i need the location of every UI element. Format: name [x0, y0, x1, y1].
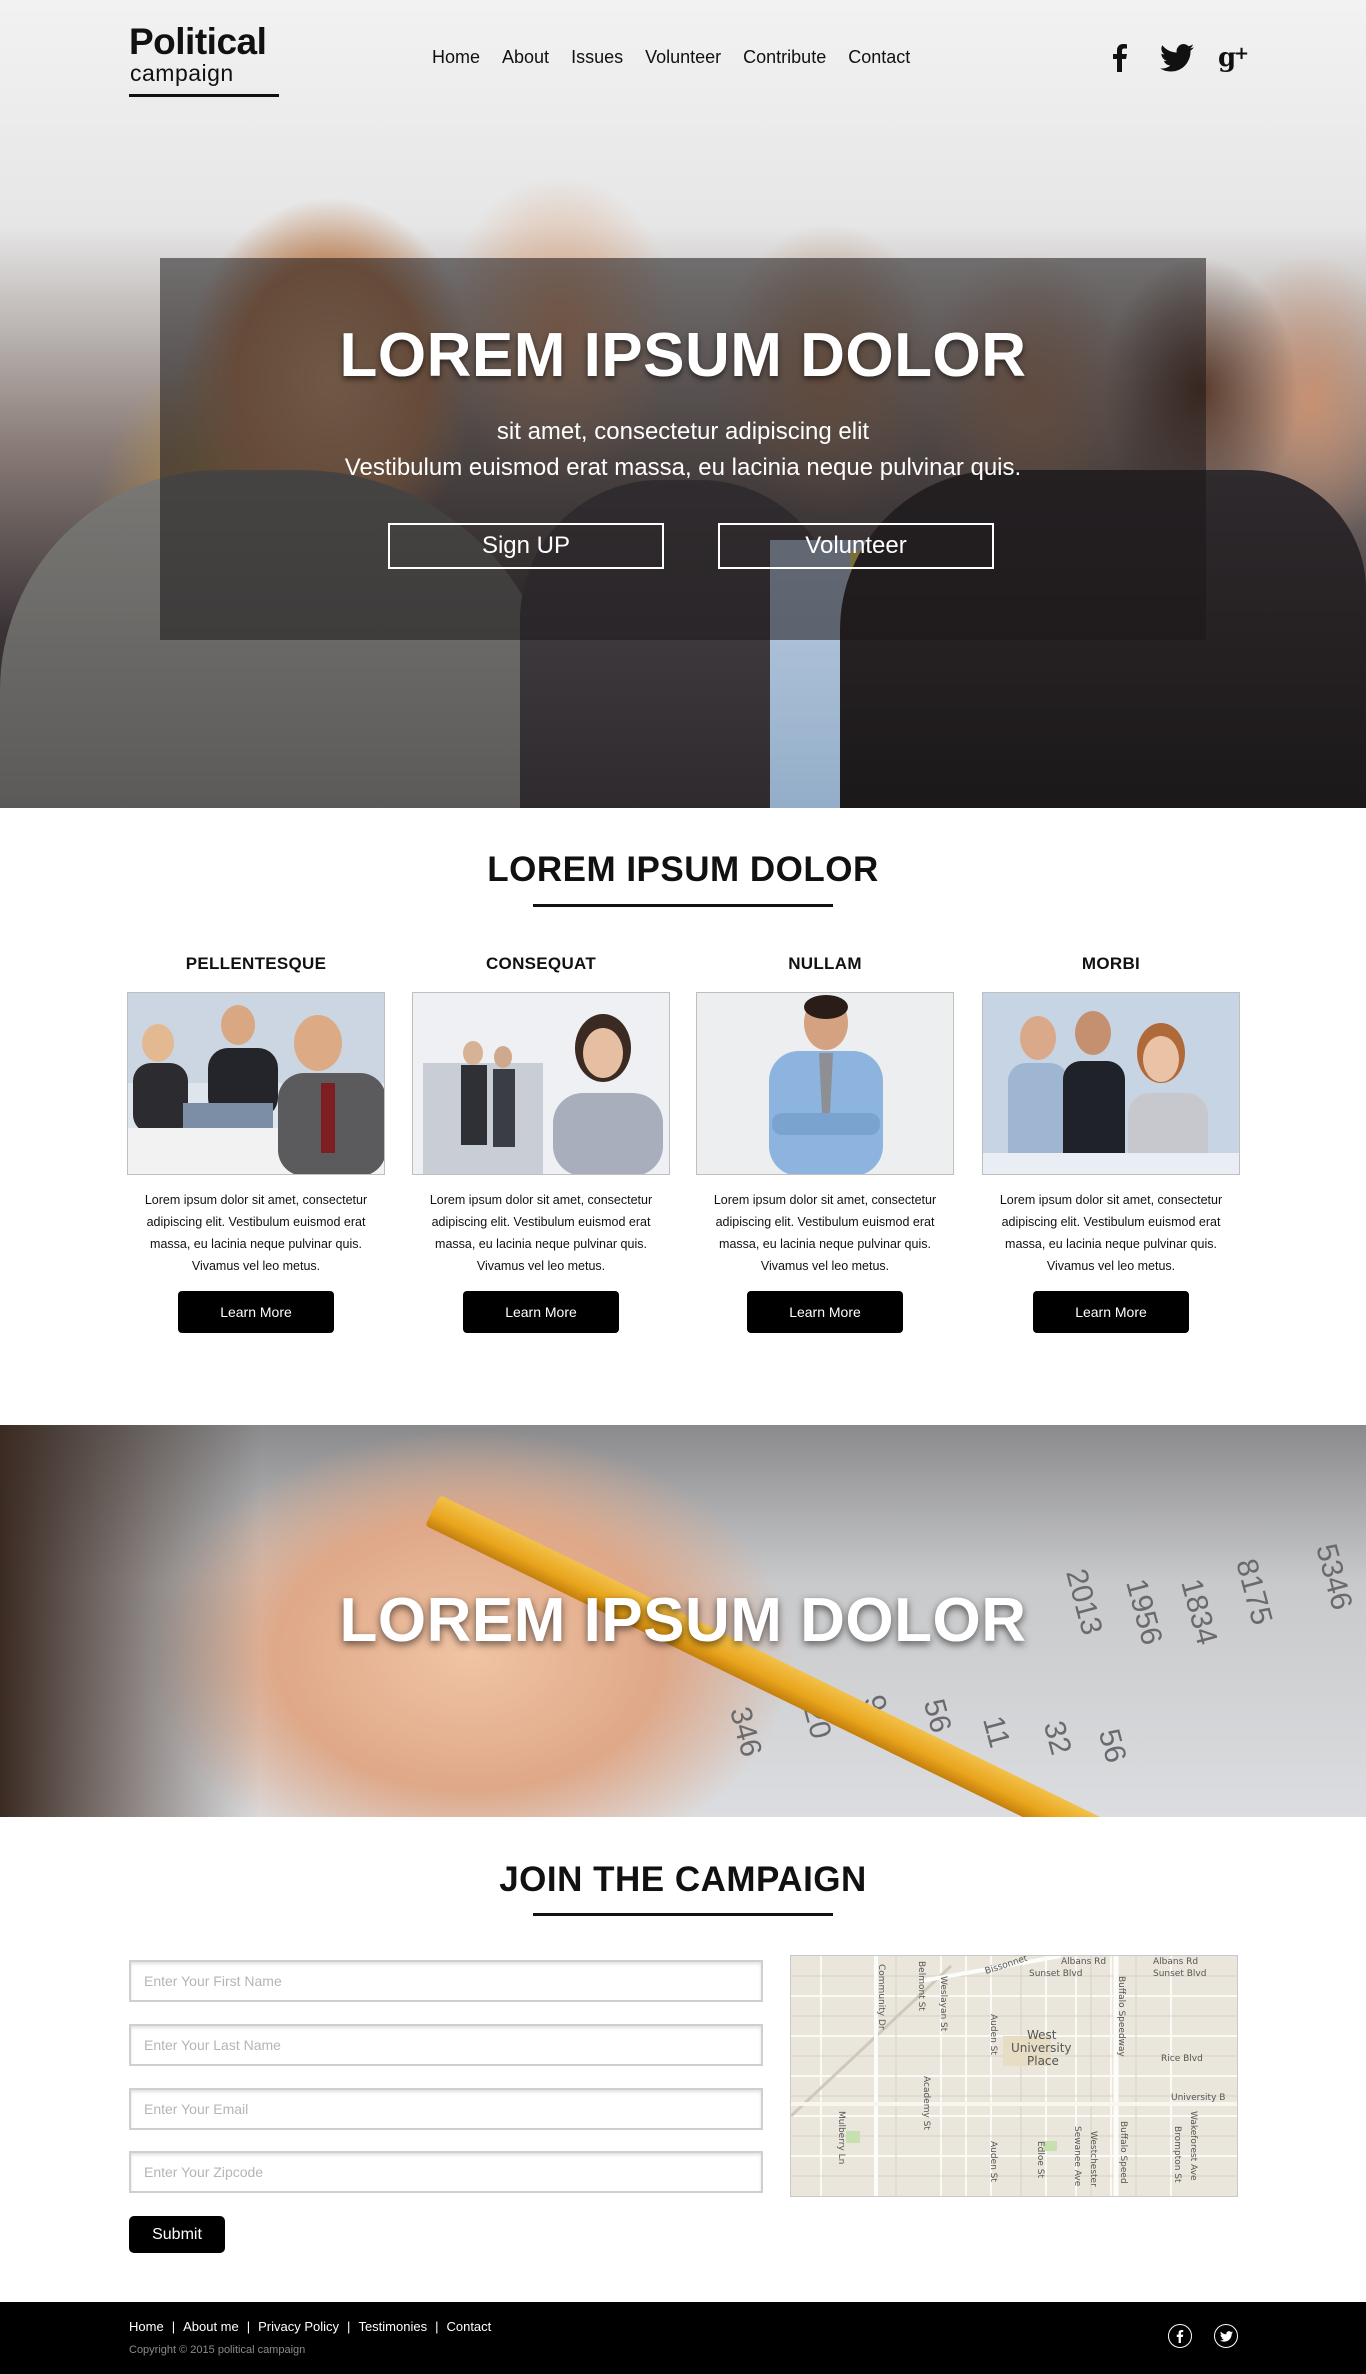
nav-issues[interactable]: Issues — [571, 47, 623, 68]
feature-card: CONSEQUAT Lorem ipsum dolor sit amet, co… — [412, 950, 670, 1333]
hero-subtitle: sit amet, consectetur adipiscing elit — [496, 418, 870, 445]
google-plus-icon[interactable]: g + — [1214, 38, 1254, 78]
learn-more-button[interactable]: Learn More — [178, 1291, 334, 1333]
card-title: MORBI — [1081, 954, 1141, 973]
nav-contact[interactable]: Contact — [848, 47, 910, 68]
card-text: Lorem ipsum dolor sit amet, consectetur … — [144, 1193, 368, 1273]
email-field[interactable] — [129, 2088, 763, 2130]
footer-separator: | — [435, 2319, 439, 2334]
sign-up-button[interactable]: Sign UP — [388, 523, 664, 569]
svg-text:Rice Blvd: Rice Blvd — [1161, 2054, 1203, 2064]
hero-overlay-panel: LOREM IPSUM DOLOR sit amet, consectetur … — [160, 258, 1206, 640]
card-title: CONSEQUAT — [485, 954, 597, 973]
logo-title: Political — [129, 21, 267, 62]
header-social-links: g + — [1100, 38, 1271, 78]
svg-text:Auden St: Auden St — [988, 2014, 998, 2055]
copyright-text: Copyright © 2015 political campaign — [129, 2344, 306, 2356]
logo-underline — [129, 94, 279, 97]
site-footer: Home | About me | Privacy Policy | Testi… — [0, 2302, 1366, 2374]
svg-text:Academy St: Academy St — [921, 2076, 931, 2130]
footer-social-links — [1168, 2324, 1260, 2348]
nav-home[interactable]: Home — [432, 47, 480, 68]
footer-separator: | — [246, 2319, 251, 2334]
footer-links: Home | About me | Privacy Policy | Testi… — [129, 2319, 491, 2334]
svg-text:Auden St: Auden St — [988, 2141, 998, 2182]
facebook-icon[interactable] — [1100, 38, 1140, 78]
join-title: JOIN THE CAMPAIGN — [499, 1860, 867, 1899]
learn-more-button[interactable]: Learn More — [747, 1291, 903, 1333]
twitter-icon[interactable] — [1157, 38, 1197, 78]
svg-text:University B: University B — [1171, 2093, 1225, 2103]
svg-text:Buffalo Speedway: Buffalo Speedway — [1116, 1976, 1126, 2058]
feature-card: NULLAM Lorem ipsum dolor sit amet, conse… — [696, 950, 954, 1333]
hero-title: LOREM IPSUM DOLOR — [339, 321, 1027, 390]
join-title-rule — [533, 1913, 833, 1916]
twitter-icon[interactable] — [1214, 2324, 1238, 2348]
card-text: Lorem ipsum dolor sit amet, consectetur … — [999, 1193, 1223, 1273]
banner-number: 32 — [1036, 1717, 1078, 1759]
svg-text:+: + — [1234, 44, 1249, 64]
feature-card: MORBI Lorem ipsum dolor sit amet, consec… — [982, 950, 1240, 1333]
card-title: NULLAM — [788, 954, 862, 973]
card-title: PELLENTESQUE — [185, 954, 327, 973]
submit-button[interactable]: Submit — [129, 2216, 225, 2253]
zipcode-field[interactable] — [129, 2151, 763, 2193]
last-name-field[interactable] — [129, 2024, 763, 2066]
volunteer-button[interactable]: Volunteer — [718, 523, 994, 569]
card-photo-businesswoman — [412, 992, 670, 1175]
feature-card: PELLENTESQUE Lorem ipsum dolor sit amet,… — [127, 950, 385, 1333]
svg-text:University: University — [1011, 2041, 1072, 2055]
svg-text:West: West — [1027, 2028, 1057, 2042]
features-title: LOREM IPSUM DOLOR — [487, 850, 879, 889]
first-name-field[interactable] — [129, 1960, 763, 2002]
svg-text:Sunset Blvd: Sunset Blvd — [1029, 1969, 1082, 1979]
svg-text:Community Dr: Community Dr — [876, 1964, 886, 2030]
svg-text:Westchester: Westchester — [1088, 2131, 1098, 2187]
svg-text:Place: Place — [1027, 2054, 1059, 2068]
svg-text:Sunset Blvd: Sunset Blvd — [1153, 1969, 1206, 1979]
nav-volunteer[interactable]: Volunteer — [645, 47, 721, 68]
hero-section: Political campaign Home About Issues Vol… — [0, 0, 1366, 808]
learn-more-button[interactable]: Learn More — [1033, 1291, 1189, 1333]
campaign-map[interactable]: Bissonnet Albans Rd Sunset Blvd Albans R… — [790, 1955, 1238, 2197]
banner-number: 11 — [976, 1712, 1017, 1752]
svg-text:Brompton St: Brompton St — [1172, 2126, 1182, 2183]
footer-link-privacy[interactable]: Privacy Policy — [258, 2319, 339, 2334]
footer-link-contact[interactable]: Contact — [446, 2319, 491, 2334]
banner-number: 346 — [723, 1703, 768, 1761]
footer-link-testimonies[interactable]: Testimonies — [358, 2319, 427, 2334]
footer-link-about[interactable]: About me — [183, 2319, 239, 2334]
logo-subtitle: campaign — [130, 60, 234, 86]
banner-title: LOREM IPSUM DOLOR — [339, 1586, 1027, 1655]
features-title-rule — [533, 904, 833, 907]
footer-link-home[interactable]: Home — [129, 2319, 164, 2334]
card-text: Lorem ipsum dolor sit amet, consectetur … — [713, 1193, 937, 1273]
main-nav: Home About Issues Volunteer Contribute C… — [432, 47, 932, 68]
banner-number: 56 — [1091, 1725, 1133, 1767]
pencil-banner: 346 20 91 56 11 32 56 1956 1834 8175 534… — [0, 1425, 1366, 1817]
svg-text:Albans Rd: Albans Rd — [1153, 1957, 1198, 1967]
svg-text:Belmont St: Belmont St — [916, 1961, 926, 2011]
card-photo-business-team — [982, 992, 1240, 1175]
card-photo-team-laptop — [127, 992, 385, 1175]
svg-text:Mulberry Ln: Mulberry Ln — [836, 2111, 846, 2164]
svg-text:Weslayan St: Weslayan St — [938, 1976, 948, 2032]
nav-contribute[interactable]: Contribute — [743, 47, 826, 68]
facebook-icon[interactable] — [1168, 2324, 1192, 2348]
nav-about[interactable]: About — [502, 47, 549, 68]
site-logo[interactable]: Political campaign — [129, 22, 289, 97]
svg-text:Edloe St: Edloe St — [1035, 2141, 1045, 2179]
footer-separator: | — [171, 2319, 176, 2334]
hero-description: Vestibulum euismod erat massa, eu lacini… — [344, 454, 1022, 481]
svg-text:Buffalo Speed: Buffalo Speed — [1118, 2121, 1128, 2184]
svg-text:Albans Rd: Albans Rd — [1061, 1957, 1106, 1967]
learn-more-button[interactable]: Learn More — [463, 1291, 619, 1333]
svg-text:Sewanee Ave: Sewanee Ave — [1072, 2126, 1082, 2187]
svg-text:Wakeforest Ave: Wakeforest Ave — [1188, 2111, 1198, 2181]
footer-separator: | — [347, 2319, 351, 2334]
card-photo-businessman — [696, 992, 954, 1175]
card-text: Lorem ipsum dolor sit amet, consectetur … — [429, 1193, 653, 1273]
